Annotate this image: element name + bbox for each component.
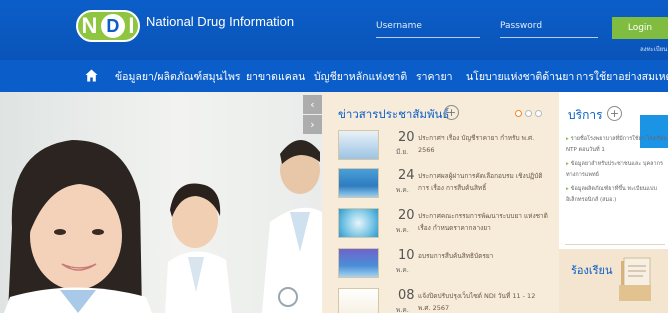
password-input[interactable] (500, 21, 598, 31)
nav-item-rational-drug-use[interactable]: การใช้ยาอย่างสมเหตุผล (576, 68, 668, 85)
news-dot-1[interactable] (515, 110, 522, 117)
bullet-icon: ▸ (566, 161, 569, 167)
news-text: ประกาศฯ เรื่อง บัญชีราคายา กำหรับ พ.ศ. 2… (418, 134, 535, 154)
news-thumbnail (338, 248, 379, 278)
news-text: ประกาศผลผู้ผ่านการคัดเลือกอบรม เชิงปฏิบั… (418, 172, 543, 192)
bullet-icon: ▸ (566, 136, 569, 142)
news-day: 20 (398, 208, 415, 223)
news-thumbnail (338, 168, 379, 198)
news-month: พ.ค. (396, 266, 409, 274)
service-item[interactable]: ▸ รายชื่อโรงพยาบาลที่มีการใช้ยา โรงเรียน … (566, 134, 668, 156)
services-divider (565, 244, 665, 245)
news-month: มี.ย. (396, 148, 409, 156)
complaint-box[interactable]: ร้องเรียน (559, 249, 668, 313)
news-item[interactable]: 24 พ.ค. ประกาศผลผู้ผ่านการคัดเลือกอบรม เ… (338, 168, 552, 204)
hero-carousel[interactable]: ‹ › (0, 92, 322, 313)
hero-photo (4, 139, 322, 313)
ndi-logo[interactable]: N D I (76, 10, 140, 42)
news-dot-2[interactable] (525, 110, 532, 117)
news-month: พ.ค. (396, 186, 409, 194)
login-button[interactable]: Login (612, 17, 668, 39)
header-bar: N D I National Drug Information Login ลง… (0, 0, 668, 60)
news-item[interactable]: 08 พ.ค. แจ้งปิดปรับปรุงเว็บไซต์ NDI วันท… (338, 288, 552, 313)
logo-letter-n: N (81, 13, 98, 38)
news-thumbnail (338, 288, 379, 313)
news-item[interactable]: 20 มี.ย. ประกาศฯ เรื่อง บัญชีราคายา กำหร… (338, 130, 552, 166)
nav-item-national-drug-list[interactable]: บัญชียาหลักแห่งชาติ (314, 68, 407, 85)
news-thumbnail (338, 130, 379, 160)
news-day: 10 (398, 248, 415, 263)
main-nav: ข้อมูลยา/ผลิตภัณฑ์สมุนไพร ยาขาดแคลน บัญช… (0, 60, 668, 92)
complaint-title: ร้องเรียน (571, 264, 613, 277)
news-more-button[interactable]: + (444, 105, 459, 120)
services-list: ▸ รายชื่อโรงพยาบาลที่มีการใช้ยา โรงเรียน … (566, 134, 668, 209)
news-text: แจ้งปิดปรับปรุงเว็บไซต์ NDI วันที่ 11 - … (418, 292, 536, 312)
news-day: 24 (398, 168, 415, 183)
home-icon[interactable] (85, 69, 98, 82)
bullet-icon: ▸ (566, 186, 569, 192)
services-panel: บริการ + ▸ รายชื่อโรงพยาบาลที่มีการใช้ยา … (559, 92, 668, 313)
services-title: บริการ (568, 108, 603, 122)
news-item[interactable]: 20 พ.ค. ประกาศคณะกรรมการพัฒนาระบบยา แห่ง… (338, 208, 552, 244)
news-text: ประกาศคณะกรรมการพัฒนาระบบยา แห่งชาติ เรื… (418, 212, 548, 232)
nav-item-drug-info[interactable]: ข้อมูลยา/ผลิตภัณฑ์สมุนไพร (115, 68, 241, 85)
nav-item-drug-price[interactable]: ราคายา (416, 68, 453, 85)
password-field-wrap (500, 18, 598, 38)
news-text: อบรมการสืบค้นสิทธิบัตรยา (418, 252, 494, 260)
hero-prev-button[interactable]: ‹ (303, 95, 322, 114)
username-field-wrap (376, 18, 480, 38)
news-day: 08 (398, 288, 415, 303)
username-input[interactable] (376, 21, 480, 31)
nav-item-national-drug-policy[interactable]: นโยบายแห่งชาติด้านยา (466, 68, 574, 85)
services-more-button[interactable]: + (607, 106, 622, 121)
news-month: พ.ค. (396, 306, 409, 313)
hero-next-button[interactable]: › (303, 115, 322, 134)
news-day: 20 (398, 130, 415, 145)
brand-name: National Drug Information (146, 14, 295, 29)
news-panel: ข่าวสารประชาสัมพันธ์ + 20 มี.ย. ประกาศฯ … (322, 92, 559, 313)
logo-letter-i: I (128, 13, 135, 38)
logo-letter-d: D (100, 14, 125, 38)
news-month: พ.ค. (396, 226, 409, 234)
folder-icon (619, 257, 651, 301)
service-item[interactable]: ▸ ข้อมูลยาสำหรับประชาชนและ บุคลากรทางการแ… (566, 159, 668, 181)
nav-item-drug-shortage[interactable]: ยาขาดแคลน (246, 68, 305, 85)
service-item[interactable]: ▸ ข้อมูลผลิตภัณฑ์ยาที่ขึ้น ทะเบียนแบบอิเล… (566, 184, 668, 206)
news-dot-3[interactable] (535, 110, 542, 117)
news-title: ข่าวสารประชาสัมพันธ์ (338, 107, 450, 121)
signup-link[interactable]: ลงทะเบียน (640, 44, 667, 54)
news-item[interactable]: 10 พ.ค. อบรมการสืบค้นสิทธิบัตรยา (338, 248, 552, 284)
news-thumbnail (338, 208, 379, 238)
